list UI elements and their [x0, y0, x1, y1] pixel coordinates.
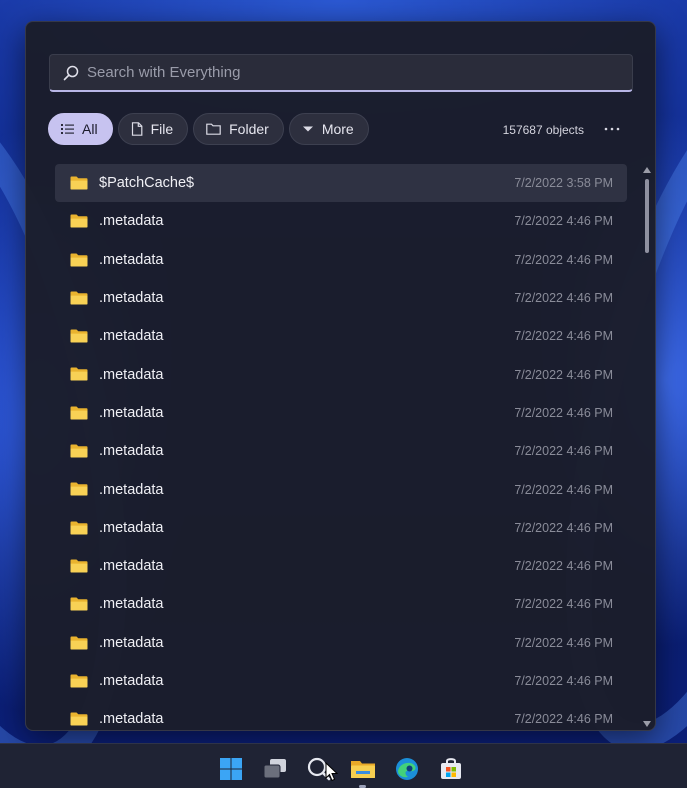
- result-row[interactable]: .metadata 7/2/2022 4:46 PM: [55, 202, 627, 240]
- result-date-modified: 7/2/2022 4:46 PM: [514, 520, 613, 535]
- result-date-modified: 7/2/2022 4:46 PM: [514, 291, 613, 306]
- result-date-modified: 7/2/2022 3:58 PM: [514, 176, 613, 191]
- result-name: .metadata: [99, 596, 164, 613]
- edge-icon[interactable]: [394, 756, 420, 782]
- folder-icon: [70, 712, 88, 730]
- folder-icon: [70, 214, 88, 233]
- result-row[interactable]: .metadata 7/2/2022 4:46 PM: [55, 279, 627, 317]
- list-icon: [61, 123, 74, 135]
- result-date-modified: 7/2/2022 4:46 PM: [514, 482, 613, 497]
- result-date-modified: 7/2/2022 4:46 PM: [514, 252, 613, 267]
- result-row[interactable]: .metadata 7/2/2022 4:46 PM: [55, 355, 627, 393]
- folder-icon: [70, 559, 88, 578]
- scroll-down-arrow[interactable]: [643, 721, 651, 727]
- result-name: .metadata: [99, 711, 164, 728]
- folder-icon: [70, 636, 88, 655]
- result-date-modified: 7/2/2022 4:46 PM: [514, 635, 613, 650]
- result-date-modified: 7/2/2022 4:46 PM: [514, 712, 613, 727]
- result-row[interactable]: .metadata 7/2/2022 4:46 PM: [55, 470, 627, 508]
- folder-outline-icon: [206, 123, 221, 135]
- folder-icon: [70, 444, 88, 463]
- result-row[interactable]: .metadata 7/2/2022 4:46 PM: [55, 624, 627, 662]
- task-view-icon[interactable]: [262, 756, 288, 782]
- result-row[interactable]: .metadata 7/2/2022 4:46 PM: [55, 317, 627, 355]
- search-box[interactable]: [49, 54, 633, 92]
- search-icon: [61, 63, 81, 83]
- result-name: .metadata: [99, 213, 164, 230]
- mouse-cursor-icon: [325, 762, 339, 782]
- result-name: .metadata: [99, 519, 164, 536]
- more-options-icon[interactable]: [602, 119, 622, 139]
- result-name: .metadata: [99, 481, 164, 498]
- filter-folder-button[interactable]: Folder: [193, 113, 284, 145]
- store-icon[interactable]: [438, 756, 464, 782]
- result-row[interactable]: .metadata 7/2/2022 4:46 PM: [55, 700, 627, 730]
- result-date-modified: 7/2/2022 4:46 PM: [514, 367, 613, 382]
- result-name: $PatchCache$: [99, 175, 195, 192]
- object-count: 157687 objects: [502, 123, 584, 137]
- filter-more-label: More: [321, 121, 354, 137]
- windows-start-icon[interactable]: [218, 756, 244, 782]
- search-input[interactable]: [87, 64, 607, 81]
- folder-icon: [70, 597, 88, 616]
- result-date-modified: 7/2/2022 4:46 PM: [514, 674, 613, 688]
- scroll-thumb[interactable]: [645, 179, 649, 253]
- result-date-modified: 7/2/2022 4:46 PM: [514, 444, 613, 459]
- result-row[interactable]: $PatchCache$ 7/2/2022 3:58 PM: [55, 164, 627, 203]
- result-row[interactable]: .metadata 7/2/2022 4:46 PM: [55, 241, 627, 279]
- folder-icon: [70, 521, 88, 540]
- result-date-modified: 7/2/2022 4:46 PM: [514, 405, 613, 420]
- filter-all-button[interactable]: All: [48, 113, 113, 145]
- taskbar: [0, 743, 687, 788]
- result-row[interactable]: .metadata 7/2/2022 4:46 PM: [55, 662, 627, 700]
- results-list: $PatchCache$ 7/2/2022 3:58 PM .metadata 7/2…: [55, 164, 627, 730]
- folder-icon: [70, 367, 88, 386]
- vertical-scrollbar[interactable]: [641, 165, 653, 729]
- file-explorer-icon[interactable]: [350, 756, 376, 782]
- filter-bar: All File Folder More: [48, 113, 369, 146]
- result-row[interactable]: .metadata 7/2/2022 4:46 PM: [55, 509, 627, 547]
- result-row[interactable]: .metadata 7/2/2022 4:46 PM: [55, 432, 627, 470]
- folder-icon: [70, 253, 88, 272]
- filter-folder-label: Folder: [229, 121, 269, 137]
- folder-icon: [70, 674, 88, 693]
- folder-icon: [70, 329, 88, 348]
- folder-icon: [70, 482, 88, 501]
- result-row[interactable]: .metadata 7/2/2022 4:46 PM: [55, 585, 627, 623]
- result-name: .metadata: [99, 673, 164, 689]
- result-name: .metadata: [99, 328, 164, 345]
- filter-file-button[interactable]: File: [117, 113, 189, 145]
- filter-more-button[interactable]: More: [288, 113, 369, 145]
- result-name: .metadata: [99, 251, 164, 268]
- result-row[interactable]: .metadata 7/2/2022 4:46 PM: [55, 547, 627, 585]
- everything-search-window: All File Folder: [25, 21, 656, 731]
- folder-icon: [70, 176, 88, 195]
- result-name: .metadata: [99, 404, 164, 421]
- result-date-modified: 7/2/2022 4:46 PM: [514, 597, 613, 612]
- folder-icon: [70, 406, 88, 425]
- result-name: .metadata: [99, 443, 164, 460]
- result-date-modified: 7/2/2022 4:46 PM: [514, 559, 613, 574]
- result-row[interactable]: .metadata 7/2/2022 4:46 PM: [55, 394, 627, 432]
- caret-down-icon: [302, 125, 314, 133]
- result-date-modified: 7/2/2022 4:46 PM: [514, 214, 613, 229]
- result-name: .metadata: [99, 634, 164, 651]
- result-date-modified: 7/2/2022 4:46 PM: [514, 329, 613, 344]
- scroll-up-arrow[interactable]: [643, 167, 651, 173]
- filter-all-label: All: [82, 121, 98, 137]
- result-name: .metadata: [99, 558, 164, 575]
- result-name: .metadata: [99, 366, 164, 383]
- result-name: .metadata: [99, 290, 164, 307]
- file-icon: [131, 122, 143, 136]
- folder-icon: [70, 291, 88, 310]
- filter-file-label: File: [150, 121, 174, 137]
